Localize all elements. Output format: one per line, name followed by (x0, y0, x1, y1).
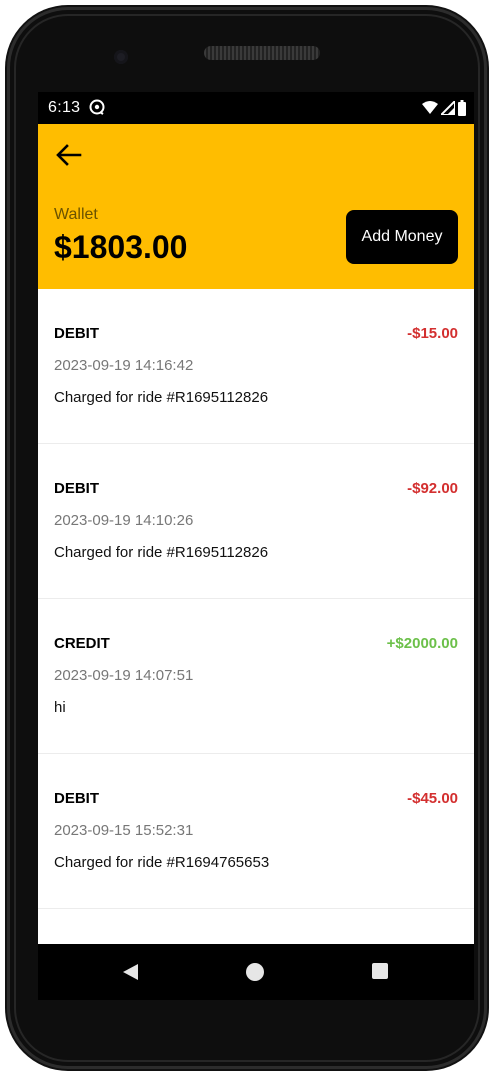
sync-icon (89, 99, 105, 115)
transaction-list: DEBIT -$15.00 2023-09-19 14:16:42 Charge… (38, 289, 474, 909)
recents-square-icon[interactable] (372, 963, 388, 979)
status-bar: 6:13 (38, 92, 474, 124)
transaction-type: DEBIT (54, 480, 99, 497)
wallet-header: Wallet $1803.00 Add Money (38, 124, 474, 289)
transaction-description: Charged for ride #R1695112826 (54, 544, 269, 561)
transaction-type: DEBIT (54, 790, 99, 807)
wallet-label: Wallet (54, 206, 98, 223)
status-time: 6:13 (48, 99, 81, 116)
transaction-description: Charged for ride #R1694765653 (54, 854, 270, 871)
transaction-date: 2023-09-19 14:07:51 (54, 667, 194, 684)
transaction-description: Charged for ride #R1695112826 (54, 389, 269, 406)
transaction-type: DEBIT (54, 325, 99, 342)
transaction-item[interactable]: DEBIT -$45.00 2023-09-15 15:52:31 Charge… (38, 754, 474, 909)
front-camera (114, 50, 128, 64)
system-nav-bar (38, 944, 474, 1000)
transaction-date: 2023-09-19 14:10:26 (54, 512, 194, 529)
add-money-button[interactable]: Add Money (346, 210, 458, 264)
transaction-amount: -$15.00 (407, 325, 458, 342)
transaction-date: 2023-09-19 14:16:42 (54, 357, 194, 374)
transaction-amount: +$2000.00 (386, 635, 458, 652)
transaction-item[interactable]: CREDIT +$2000.00 2023-09-19 14:07:51 hi (38, 599, 474, 754)
back-triangle-icon[interactable] (120, 962, 140, 982)
status-icons (422, 100, 466, 116)
wallet-balance: $1803.00 (54, 229, 188, 265)
transaction-amount: -$92.00 (407, 480, 458, 497)
battery-icon (458, 100, 466, 116)
transaction-type: CREDIT (54, 635, 110, 652)
transaction-amount: -$45.00 (407, 790, 458, 807)
home-circle-icon[interactable] (246, 963, 264, 981)
earpiece-speaker (204, 46, 320, 60)
transaction-date: 2023-09-15 15:52:31 (54, 822, 194, 839)
wifi-icon (422, 101, 438, 114)
signal-icon (441, 101, 455, 115)
transaction-description: hi (54, 699, 66, 716)
transaction-item[interactable]: DEBIT -$92.00 2023-09-19 14:10:26 Charge… (38, 444, 474, 599)
transaction-item[interactable]: DEBIT -$15.00 2023-09-19 14:16:42 Charge… (38, 289, 474, 444)
app-screen: 6:13 Wallet $1803.00 Add Money DEBIT -$1… (38, 92, 474, 944)
arrow-left-icon[interactable] (52, 138, 86, 172)
